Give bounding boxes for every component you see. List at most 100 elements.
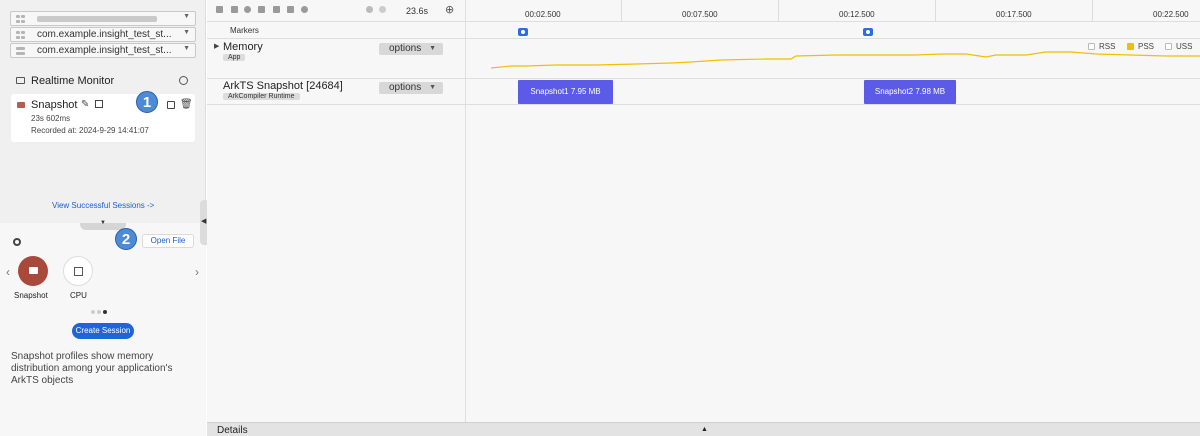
app-dropdown-secondary[interactable]: com.example.insight_test_st... ▼: [10, 43, 196, 58]
ruler-tick: [778, 0, 779, 22]
snapshot-marker-icon[interactable]: [863, 28, 873, 36]
chevron-down-icon: ▼: [183, 29, 190, 36]
ruler-tick-label: 00:17.500: [996, 10, 1032, 19]
arkts-track-sublabel: ArkCompiler Runtime: [223, 93, 300, 100]
timeline-area: 23.6s ⊕ 00:02.500 00:07.500 00:12.500 00…: [207, 0, 1200, 436]
details-icon[interactable]: [95, 100, 103, 108]
target-icon[interactable]: [179, 76, 188, 85]
template-cpu[interactable]: [63, 256, 93, 286]
template-description: Snapshot profiles show memory distributi…: [11, 351, 173, 386]
lock-icon[interactable]: [273, 6, 280, 13]
legend-pss-label: PSS: [1138, 42, 1155, 51]
session-duration: 23s 602ms: [31, 114, 71, 123]
template-cpu-label: CPU: [70, 291, 87, 300]
filter-icon[interactable]: [287, 6, 294, 13]
markers-track: Markers: [207, 22, 1200, 39]
screenshot-icon[interactable]: [258, 6, 265, 13]
snapshot-block[interactable]: Snapshot2 7.98 MB: [864, 80, 956, 104]
memory-options-dropdown[interactable]: options ▼: [379, 43, 443, 55]
camera-icon: [17, 102, 25, 108]
snapshot-marker-icon[interactable]: [518, 28, 528, 36]
zoom-out-icon[interactable]: [379, 6, 386, 13]
options-label: options: [389, 82, 422, 93]
capture-duration: 23.6s: [406, 6, 429, 16]
session-card[interactable]: Snapshot ✎ 🗑 23s 602ms Recorded at: 2024…: [11, 94, 195, 142]
device-icon: [16, 15, 25, 23]
details-panel-bar[interactable]: Details ▲: [207, 422, 1200, 436]
chevron-down-icon: ▼: [429, 45, 436, 52]
realtime-monitor-label: Realtime Monitor: [31, 75, 115, 87]
zoom-in-icon[interactable]: ⊕: [445, 3, 454, 16]
ruler-tick-label: 00:07.500: [682, 10, 718, 19]
arkts-snapshot-track[interactable]: ArkTS Snapshot [24684] ArkCompiler Runti…: [207, 79, 1200, 105]
arkts-options-dropdown[interactable]: options ▼: [379, 82, 443, 94]
device-dropdown[interactable]: ▼: [10, 11, 196, 26]
app-dropdown-primary[interactable]: com.example.insight_test_st... ▼: [10, 27, 196, 42]
realtime-monitor-header: Realtime Monitor: [16, 75, 192, 89]
carousel-dot[interactable]: [97, 310, 101, 314]
chevron-right-icon[interactable]: ›: [195, 265, 199, 279]
template-snapshot[interactable]: [18, 256, 48, 286]
callout-badge-1: 1: [136, 91, 158, 113]
carousel-dot[interactable]: [103, 310, 107, 314]
markers-label: Markers: [230, 26, 259, 35]
legend-swatch: [1165, 43, 1172, 50]
caret-down-icon: ▼: [100, 220, 106, 226]
pss-series-line: [490, 51, 1200, 69]
ruler-tick: [1092, 0, 1093, 22]
ruler-tick-label: 00:22.500: [1153, 10, 1189, 19]
delete-icon[interactable]: 🗑: [180, 99, 193, 110]
ruler-tick: [935, 0, 936, 22]
chevron-down-icon: ▼: [183, 13, 190, 20]
template-snapshot-label: Snapshot: [14, 291, 48, 300]
memory-track[interactable]: ▶ Memory App options ▼ RSS PSS USS: [207, 39, 1200, 79]
legend-swatch: [1127, 43, 1134, 50]
session-template-panel: ▼ 2 Open File ‹ Snapshot CPU › Create Se…: [0, 220, 206, 436]
legend-rss-label: RSS: [1099, 42, 1116, 51]
legend-rss[interactable]: RSS: [1088, 42, 1115, 51]
details-label: Details: [217, 425, 248, 436]
app-grid-icon: [16, 31, 25, 39]
gear-icon[interactable]: [13, 238, 21, 246]
edit-icon[interactable]: ✎: [81, 99, 89, 110]
chevron-left-icon: ◀: [201, 218, 207, 225]
timeline-ruler: 23.6s ⊕ 00:02.500 00:07.500 00:12.500 00…: [207, 0, 1200, 22]
chip-icon: [74, 267, 83, 276]
arkts-track-label: ArkTS Snapshot [24684]: [223, 80, 343, 92]
legend-uss[interactable]: USS: [1165, 42, 1192, 51]
ruler-tick-label: 00:12.500: [839, 10, 875, 19]
options-label: options: [389, 43, 422, 54]
legend-swatch: [1088, 43, 1095, 50]
process-icon: [16, 47, 25, 55]
expand-arrow-icon[interactable]: ▶: [214, 42, 219, 50]
caret-up-icon[interactable]: ▲: [701, 426, 708, 433]
monitor-icon: [16, 77, 25, 84]
app-dropdown-value: com.example.insight_test_st...: [37, 45, 172, 56]
carousel-dot[interactable]: [91, 310, 95, 314]
flag-icon[interactable]: [231, 6, 238, 13]
open-file-button[interactable]: Open File: [142, 234, 194, 248]
zoom-reset-icon[interactable]: [366, 6, 373, 13]
view-successful-sessions-link[interactable]: View Successful Sessions ->: [52, 201, 154, 210]
save-icon[interactable]: [167, 101, 175, 109]
camera-icon: [29, 267, 38, 274]
chevron-left-icon[interactable]: ‹: [6, 265, 10, 279]
app-dropdown-value: com.example.insight_test_st...: [37, 29, 172, 40]
session-name: Snapshot: [31, 99, 78, 111]
chevron-down-icon: ▼: [429, 84, 436, 91]
session-recorded-at: Recorded at: 2024-9-29 14:41:07: [31, 126, 149, 135]
memory-track-sublabel: App: [223, 54, 246, 61]
stop-icon[interactable]: [216, 6, 223, 13]
legend-uss-label: USS: [1176, 42, 1193, 51]
settings-icon[interactable]: [301, 6, 308, 13]
ruler-tick: [621, 0, 622, 22]
track-label-divider[interactable]: [465, 0, 466, 422]
snapshot-block[interactable]: Snapshot1 7.95 MB: [518, 80, 613, 104]
ruler-tick-label: 00:02.500: [525, 10, 561, 19]
create-session-button[interactable]: Create Session: [72, 323, 134, 339]
legend-pss[interactable]: PSS: [1127, 42, 1154, 51]
carousel-dots: [91, 306, 109, 317]
callout-badge-2: 2: [115, 228, 137, 250]
chevron-down-icon: ▼: [183, 45, 190, 52]
record-icon[interactable]: [244, 6, 251, 13]
